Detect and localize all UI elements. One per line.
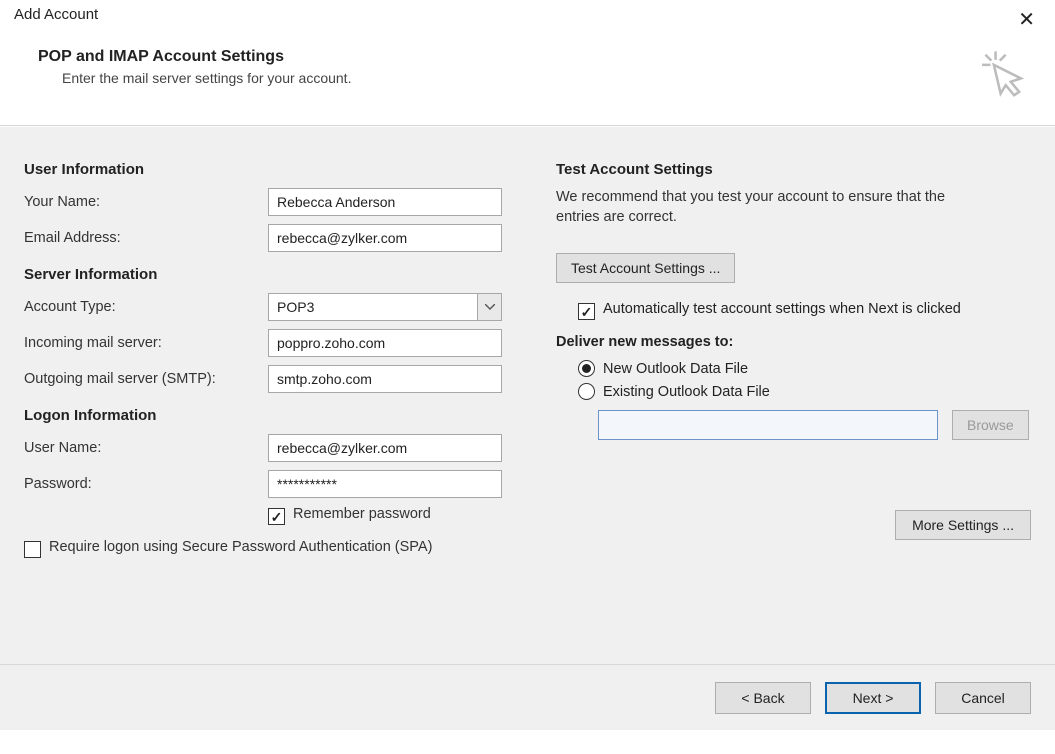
- new-file-radio-row[interactable]: New Outlook Data File: [578, 360, 1031, 377]
- username-row: User Name:: [24, 434, 514, 462]
- your-name-label: Your Name:: [24, 194, 268, 210]
- existing-file-radio[interactable]: [578, 383, 595, 400]
- cursor-click-icon: [977, 48, 1031, 105]
- test-account-settings-button[interactable]: Test Account Settings ...: [556, 253, 735, 283]
- right-column: Test Account Settings We recommend that …: [556, 155, 1031, 646]
- password-input[interactable]: [268, 470, 502, 498]
- outgoing-server-label: Outgoing mail server (SMTP):: [24, 371, 268, 387]
- email-row: Email Address:: [24, 224, 514, 252]
- account-type-row: Account Type: POP3: [24, 293, 514, 321]
- outgoing-server-row: Outgoing mail server (SMTP):: [24, 365, 514, 393]
- server-info-heading: Server Information: [24, 266, 514, 283]
- left-column: User Information Your Name: Email Addres…: [24, 155, 514, 646]
- incoming-server-row: Incoming mail server:: [24, 329, 514, 357]
- auto-test-label: Automatically test account settings when…: [603, 301, 961, 317]
- username-input[interactable]: [268, 434, 502, 462]
- header-title: POP and IMAP Account Settings: [38, 48, 351, 66]
- more-settings-row: More Settings ...: [556, 510, 1031, 540]
- header-subtitle: Enter the mail server settings for your …: [62, 70, 351, 86]
- spa-label: Require logon using Secure Password Auth…: [49, 539, 432, 555]
- user-info-heading: User Information: [24, 161, 514, 178]
- existing-file-input-row: Browse: [598, 410, 1031, 440]
- incoming-server-input[interactable]: [268, 329, 502, 357]
- header-text: POP and IMAP Account Settings Enter the …: [38, 48, 351, 86]
- chevron-down-icon[interactable]: [477, 294, 501, 320]
- existing-file-radio-row[interactable]: Existing Outlook Data File: [578, 383, 1031, 400]
- titlebar: Add Account ✕: [0, 0, 1055, 36]
- remember-password-checkbox[interactable]: [268, 508, 285, 525]
- your-name-input[interactable]: [268, 188, 502, 216]
- auto-test-checkbox[interactable]: [578, 303, 595, 320]
- username-label: User Name:: [24, 440, 268, 456]
- logon-info-heading: Logon Information: [24, 407, 514, 424]
- close-icon[interactable]: ✕: [1008, 6, 1045, 34]
- new-file-radio[interactable]: [578, 360, 595, 377]
- incoming-server-label: Incoming mail server:: [24, 335, 268, 351]
- password-row: Password:: [24, 470, 514, 498]
- spa-checkbox[interactable]: [24, 541, 41, 558]
- password-label: Password:: [24, 476, 268, 492]
- your-name-row: Your Name:: [24, 188, 514, 216]
- browse-button[interactable]: Browse: [952, 410, 1029, 440]
- window-title: Add Account: [14, 6, 98, 23]
- existing-file-label: Existing Outlook Data File: [603, 384, 770, 400]
- remember-password-label: Remember password: [293, 506, 431, 522]
- spa-row[interactable]: Require logon using Secure Password Auth…: [24, 539, 494, 558]
- dialog-header: POP and IMAP Account Settings Enter the …: [0, 36, 1055, 126]
- email-label: Email Address:: [24, 230, 268, 246]
- next-button[interactable]: Next >: [825, 682, 921, 714]
- dialog-body: User Information Your Name: Email Addres…: [0, 126, 1055, 664]
- test-heading: Test Account Settings: [556, 161, 1031, 178]
- back-button[interactable]: < Back: [715, 682, 811, 714]
- deliver-heading: Deliver new messages to:: [556, 334, 1031, 350]
- more-settings-button[interactable]: More Settings ...: [895, 510, 1031, 540]
- account-type-select[interactable]: POP3: [268, 293, 502, 321]
- account-type-label: Account Type:: [24, 299, 268, 315]
- account-type-value: POP3: [269, 299, 477, 315]
- remember-password-row[interactable]: Remember password: [268, 506, 514, 525]
- email-input[interactable]: [268, 224, 502, 252]
- outgoing-server-input[interactable]: [268, 365, 502, 393]
- auto-test-row[interactable]: Automatically test account settings when…: [578, 301, 998, 320]
- existing-file-input[interactable]: [598, 410, 938, 440]
- cancel-button[interactable]: Cancel: [935, 682, 1031, 714]
- test-description: We recommend that you test your account …: [556, 188, 986, 227]
- dialog-footer: < Back Next > Cancel: [0, 664, 1055, 730]
- new-file-label: New Outlook Data File: [603, 361, 748, 377]
